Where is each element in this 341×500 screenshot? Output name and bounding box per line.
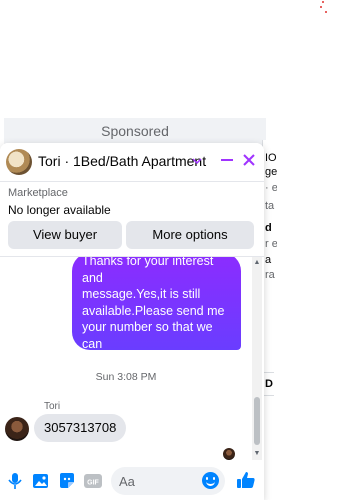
- scrollbar-thumb[interactable]: [254, 397, 260, 445]
- message-line: your number so that we can: [82, 320, 213, 351]
- background-right-panel: [262, 140, 341, 500]
- avatar[interactable]: [6, 149, 32, 175]
- thumbs-up-icon[interactable]: [236, 470, 255, 488]
- annotation-dot: [322, 1, 324, 3]
- listing-status: No longer available: [8, 203, 111, 217]
- message-list[interactable]: Thanks for your interest and message.Yes…: [0, 257, 252, 460]
- marketplace-label: Marketplace: [8, 187, 68, 199]
- background-text-fragment: ta: [265, 200, 275, 212]
- chat-title[interactable]: Tori · 1Bed/Bath Apartment: [38, 153, 206, 169]
- more-options-button[interactable]: More options: [126, 221, 254, 249]
- gif-icon[interactable]: GIF: [84, 472, 102, 490]
- background-text-fragment: ra: [265, 269, 275, 281]
- minimize-icon[interactable]: [220, 153, 234, 173]
- composer-bar: GIF: [0, 460, 264, 500]
- scroll-up-arrow[interactable]: ▲: [253, 259, 261, 267]
- message-line: message.Yes,it is still: [82, 287, 201, 301]
- photo-icon[interactable]: [32, 472, 50, 490]
- message-input[interactable]: [111, 467, 199, 495]
- chevron-down-icon[interactable]: [192, 152, 202, 172]
- annotation-dot: [325, 11, 327, 13]
- gif-label: GIF: [87, 480, 99, 487]
- outgoing-message: Thanks for your interest and message.Yes…: [72, 257, 241, 384]
- background-text-fragment: r e: [265, 238, 277, 250]
- view-buyer-button[interactable]: View buyer: [8, 221, 122, 249]
- message-line: Thanks for your interest and: [82, 257, 214, 285]
- scrollbar[interactable]: ▲ ▼: [252, 257, 262, 460]
- background-text-fragment: ge: [265, 166, 277, 178]
- sender-avatar[interactable]: [5, 417, 29, 441]
- chat-header[interactable]: Tori · 1Bed/Bath Apartment: [0, 143, 264, 182]
- sponsored-label: Sponsored: [101, 123, 169, 139]
- incoming-message[interactable]: 3057313708: [34, 414, 127, 442]
- microphone-icon[interactable]: [6, 472, 24, 490]
- background-text-fragment: · e: [265, 182, 277, 194]
- marketplace-panel: Marketplace No longer available View buy…: [0, 182, 264, 257]
- background-text-fragment: IO: [265, 152, 277, 164]
- emoji-icon[interactable]: [202, 472, 219, 489]
- message-line: available.Please send me: [82, 303, 225, 318]
- message-input-wrapper[interactable]: [111, 467, 225, 495]
- chat-window: Tori · 1Bed/Bath Apartment Marketplace N…: [0, 143, 264, 500]
- seen-indicator-avatar: [223, 448, 235, 460]
- close-icon[interactable]: [242, 153, 256, 173]
- sender-name: Tori: [44, 401, 61, 412]
- background-text-fragment: a: [265, 254, 272, 266]
- background-text-fragment: D: [265, 378, 273, 390]
- message-line: contact with you through: [82, 353, 218, 367]
- scroll-down-arrow[interactable]: ▼: [253, 450, 261, 458]
- background-text-fragment: d: [265, 222, 272, 234]
- message-timestamp: Sun 3:08 PM: [95, 371, 157, 383]
- sticker-icon[interactable]: [58, 472, 76, 490]
- annotation-dot: [320, 6, 322, 8]
